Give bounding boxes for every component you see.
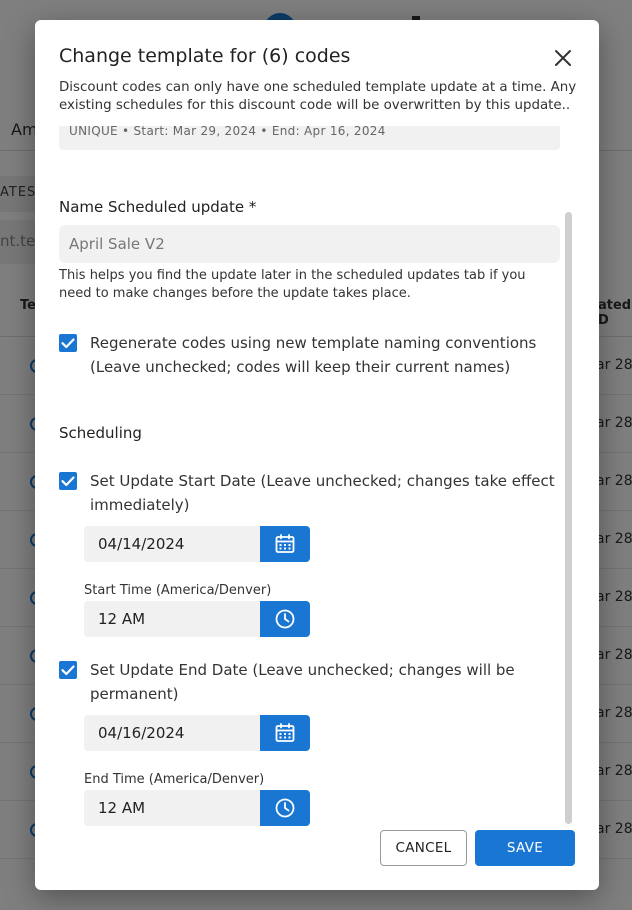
start-date-label: Set Update Start Date (Leave unchecked; … <box>90 472 555 514</box>
check-icon <box>61 476 75 487</box>
end-date-input[interactable] <box>84 715 260 751</box>
name-field-helper: This helps you find the update later in … <box>59 268 526 301</box>
end-date-field <box>84 715 310 751</box>
start-date-input[interactable] <box>84 526 260 562</box>
end-date-checkbox[interactable] <box>59 661 77 679</box>
start-time-label: Start Time (America/Denver) <box>84 583 272 598</box>
save-button[interactable]: SAVE <box>475 830 575 866</box>
regenerate-codes-label: Regenerate codes using new template nami… <box>90 334 537 376</box>
end-date-label: Set Update End Date (Leave unchecked; ch… <box>90 661 515 703</box>
cancel-button[interactable]: CANCEL <box>380 830 467 866</box>
end-time-label: End Time (America/Denver) <box>84 772 265 787</box>
calendar-icon <box>275 534 295 553</box>
end-time-picker-button[interactable] <box>260 790 310 826</box>
name-field-label: Name Scheduled update * <box>59 198 257 216</box>
start-time-input[interactable] <box>84 601 260 637</box>
template-summary-text: UNIQUE • Start: Mar 29, 2024 • End: Apr … <box>69 126 386 138</box>
clock-icon <box>275 609 295 629</box>
end-time-field <box>84 790 310 826</box>
change-template-dialog: Change template for (6) codes Discount c… <box>35 20 599 890</box>
template-summary: UNIQUE • Start: Mar 29, 2024 • End: Apr … <box>59 126 560 150</box>
scheduling-heading: Scheduling <box>59 424 142 442</box>
close-icon <box>555 50 571 66</box>
start-date-picker-button[interactable] <box>260 526 310 562</box>
end-time-input[interactable] <box>84 790 260 826</box>
check-icon <box>61 665 75 676</box>
check-icon <box>61 338 75 349</box>
dialog-scrollbar[interactable] <box>562 126 573 826</box>
start-date-field <box>84 526 310 562</box>
start-time-field <box>84 601 310 637</box>
dialog-title: Change template for (6) codes <box>59 45 351 67</box>
dialog-scroll-content[interactable]: UNIQUE • Start: Mar 29, 2024 • End: Apr … <box>59 126 562 826</box>
scheduled-update-name-input[interactable] <box>59 225 560 263</box>
calendar-icon <box>275 723 295 742</box>
start-date-checkbox[interactable] <box>59 472 77 490</box>
dialog-description: Discount codes can only have one schedul… <box>59 80 577 113</box>
start-time-picker-button[interactable] <box>260 601 310 637</box>
dialog-scrollbar-thumb[interactable] <box>565 212 572 824</box>
clock-icon <box>275 798 295 818</box>
end-date-picker-button[interactable] <box>260 715 310 751</box>
regenerate-codes-checkbox[interactable] <box>59 334 77 352</box>
close-button[interactable] <box>551 46 575 70</box>
